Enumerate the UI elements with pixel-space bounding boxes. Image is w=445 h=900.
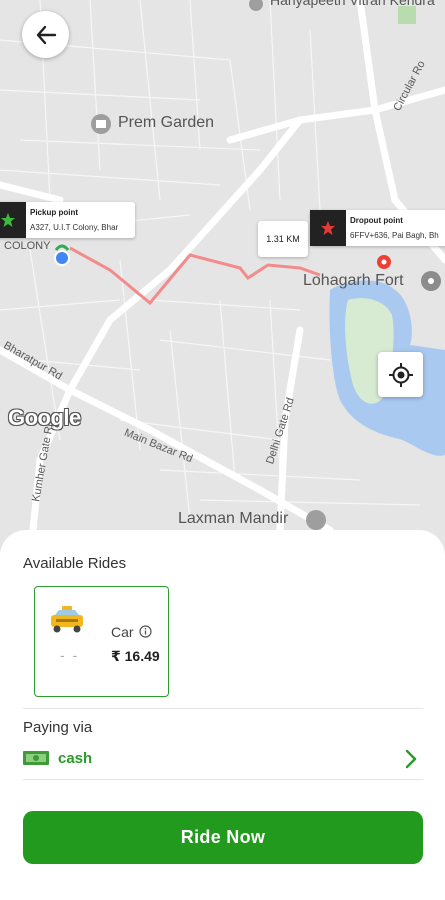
dropoff-address: 6FFV+636, Pai Bagh, Bh [350,231,439,240]
map-place-prem-garden: Prem Garden [118,114,215,131]
my-location-button[interactable] [378,352,423,397]
ride-price: ₹ 16.49 [111,648,160,664]
map-view[interactable]: Hanyapeeth Vitran Kendra Prem Garden Loh… [0,0,445,560]
divider [23,708,423,709]
google-logo: Google [8,405,81,430]
back-button[interactable] [22,11,69,58]
taxi-icon [51,606,83,633]
ride-now-button[interactable]: Ride Now [23,811,423,864]
pickup-title: Pickup point [30,208,78,217]
bottom-sheet: Available Rides Car - - ₹ 16.49 Paying v… [0,530,445,900]
star-icon [310,210,346,246]
crosshair-icon [388,362,413,387]
map-place-colony: COLONY [4,240,51,252]
cash-icon [23,751,49,765]
map-place-label: Hanyapeeth Vitran Kendra [270,0,435,8]
ride-eta-placeholder: - - [60,647,80,663]
star-icon [0,202,26,238]
map-place-lohagarh-fort: Lohagarh Fort [303,272,404,289]
payment-method-row[interactable]: cash [58,750,92,767]
pickup-address: A327, U.I.T Colony, Bhar [30,223,119,232]
divider [23,779,423,780]
paying-via-title: Paying via [23,719,93,736]
arrow-left-icon [36,25,56,44]
distance-label: 1.31 KM [258,221,308,257]
ride-name: Car [111,624,134,640]
dropoff-title: Dropout point [350,216,403,225]
chevron-right-icon[interactable] [402,748,420,770]
available-rides-title: Available Rides [23,555,127,572]
map-place-laxman-mandir: Laxman Mandir [178,510,289,527]
dropoff-callout[interactable]: Dropout point 6FFV+636, Pai Bagh, Bh [310,210,445,246]
pickup-callout[interactable]: Pickup point A327, U.I.T Colony, Bhar [0,202,135,238]
info-icon[interactable] [139,625,152,638]
ride-option-car[interactable]: Car - - ₹ 16.49 [34,586,169,697]
